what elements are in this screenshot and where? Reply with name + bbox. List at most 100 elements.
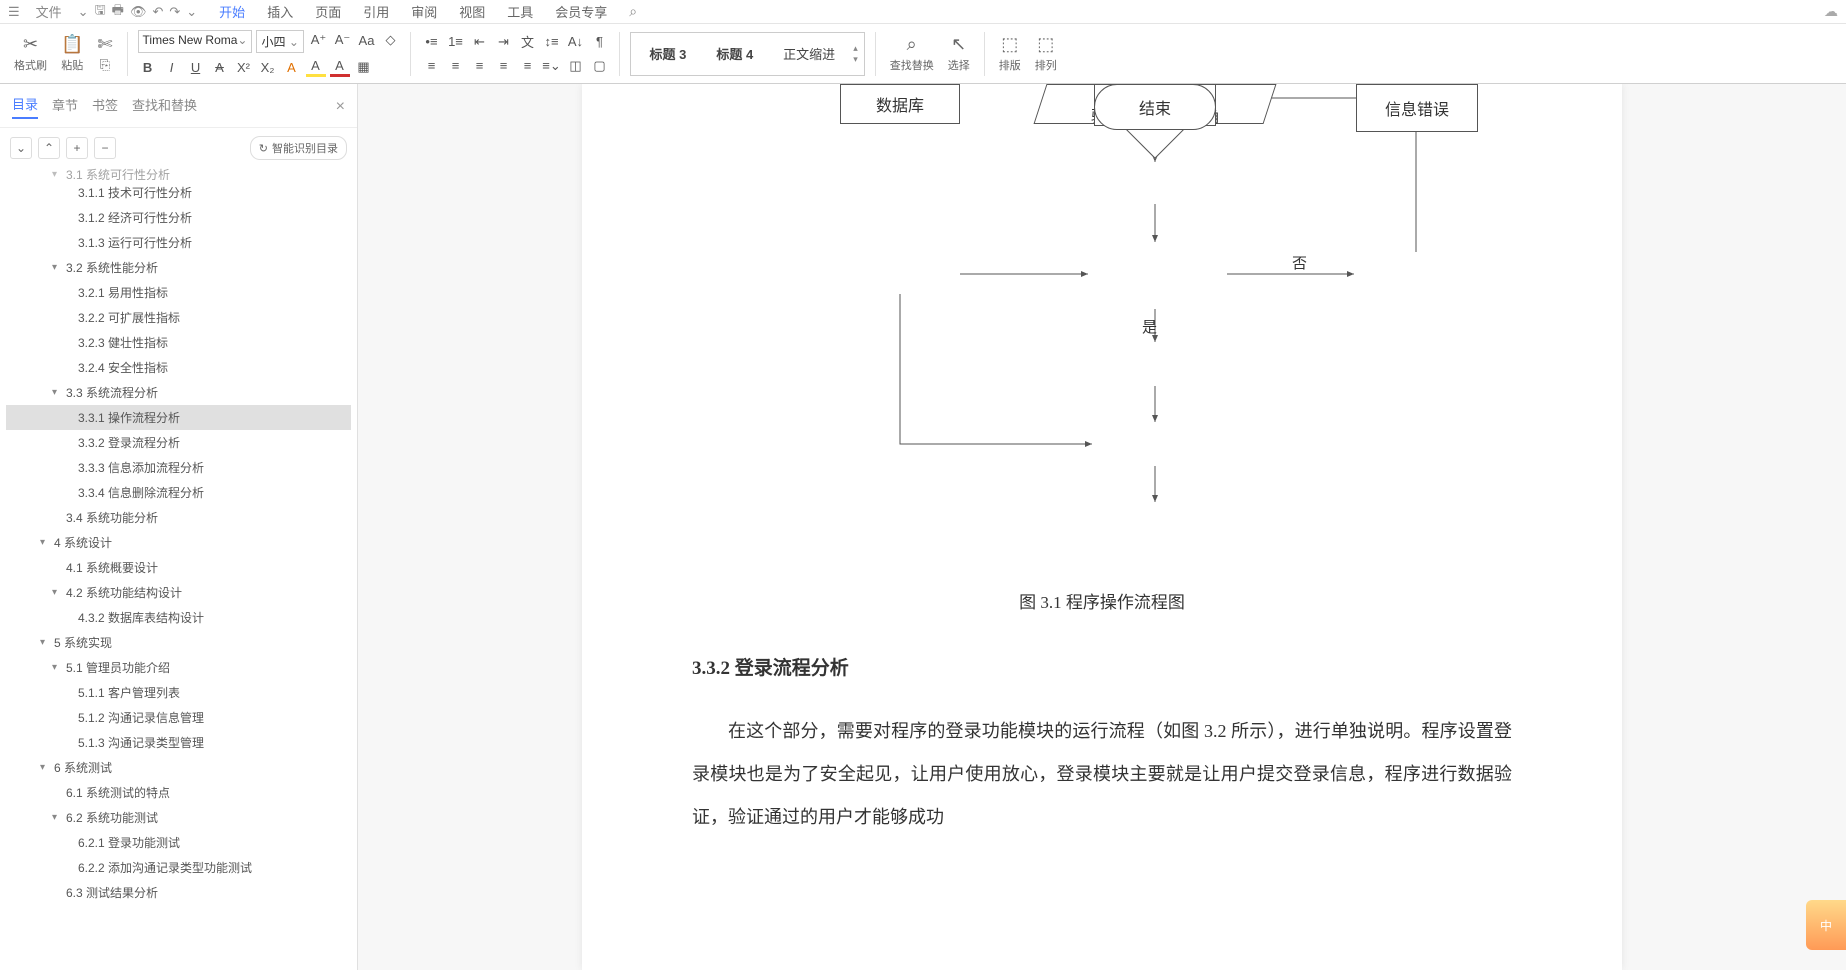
close-icon[interactable]: × bbox=[336, 98, 345, 116]
outline-item[interactable]: 3.2.1 易用性指标 bbox=[6, 280, 351, 305]
outline-tab-toc[interactable]: 目录 bbox=[12, 94, 38, 119]
outline-item[interactable]: 5.1.1 客户管理列表 bbox=[6, 680, 351, 705]
bullet-list-icon[interactable]: •≡ bbox=[421, 32, 441, 52]
sort-group[interactable]: ⬚ 排列 bbox=[1031, 34, 1061, 73]
file-menu[interactable]: 文件 bbox=[26, 2, 72, 21]
outline-item[interactable]: 3.1.3 运行可行性分析 bbox=[6, 230, 351, 255]
chevron-down-icon[interactable]: ⌄ bbox=[78, 4, 89, 20]
line-spacing-icon[interactable]: ↕≡ bbox=[541, 32, 561, 52]
fill-color-icon[interactable]: ◫ bbox=[565, 56, 585, 76]
outline-item[interactable]: ▾3.2 系统性能分析 bbox=[6, 255, 351, 280]
remove-icon[interactable]: − bbox=[94, 137, 116, 159]
twisty-icon[interactable]: ▾ bbox=[52, 662, 62, 673]
outline-item[interactable]: 4.3.2 数据库表结构设计 bbox=[6, 605, 351, 630]
style-scroll-icon[interactable]: ▴▾ bbox=[853, 43, 858, 65]
smart-toc-button[interactable]: ↻ 智能识别目录 bbox=[250, 136, 347, 160]
outline-item[interactable]: 5.1.3 沟通记录类型管理 bbox=[6, 730, 351, 755]
search-icon[interactable]: ⌕ bbox=[619, 3, 647, 20]
outline-item[interactable]: 3.3.1 操作流程分析 bbox=[6, 405, 351, 430]
twisty-icon[interactable]: ▾ bbox=[52, 169, 62, 180]
outline-item[interactable]: 6.3 测试结果分析 bbox=[6, 880, 351, 905]
decrease-font-icon[interactable]: A⁻ bbox=[332, 30, 352, 50]
spacing-select-icon[interactable]: ≡⌄ bbox=[541, 56, 561, 76]
border-icon[interactable]: ▢ bbox=[589, 56, 609, 76]
outline-item[interactable]: ▾6 系统测试 bbox=[6, 755, 351, 780]
outline-item[interactable]: 3.1.2 经济可行性分析 bbox=[6, 205, 351, 230]
outline-item[interactable]: 5.1.2 沟通记录信息管理 bbox=[6, 705, 351, 730]
twisty-icon[interactable]: ▾ bbox=[40, 762, 50, 773]
outline-item[interactable]: ▾4.2 系统功能结构设计 bbox=[6, 580, 351, 605]
outline-item[interactable]: 3.4 系统功能分析 bbox=[6, 505, 351, 530]
select-group[interactable]: ↖ 选择 bbox=[944, 34, 974, 73]
document-viewport[interactable]: 系统登录界面 输入用户名 密码 数据库 验证信息是否正确 信息错误 功能界面 功… bbox=[358, 84, 1846, 970]
outline-list[interactable]: ▾3.1 系统可行性分析3.1.1 技术可行性分析3.1.2 经济可行性分析3.… bbox=[0, 168, 357, 970]
clear-format-icon[interactable]: ◇ bbox=[380, 30, 400, 50]
style-body-indent[interactable]: 正文缩进 bbox=[771, 38, 847, 69]
outline-item[interactable]: 3.3.4 信息删除流程分析 bbox=[6, 480, 351, 505]
outline-item[interactable]: 4.1 系统概要设计 bbox=[6, 555, 351, 580]
outline-item[interactable]: ▾5 系统实现 bbox=[6, 630, 351, 655]
strike-button[interactable]: A bbox=[210, 57, 230, 77]
outline-item[interactable]: 3.1.1 技术可行性分析 bbox=[6, 180, 351, 205]
twisty-icon[interactable]: ▾ bbox=[52, 262, 62, 273]
outline-tab-find[interactable]: 查找和替换 bbox=[132, 95, 197, 118]
outline-item[interactable]: ▾5.1 管理员功能介绍 bbox=[6, 655, 351, 680]
underline-button[interactable]: U bbox=[186, 57, 206, 77]
tab-review[interactable]: 审阅 bbox=[401, 2, 447, 21]
align-right-icon[interactable]: ≡ bbox=[469, 56, 489, 76]
change-case-icon[interactable]: Aa bbox=[356, 30, 376, 50]
font-size-select[interactable]: 小四 ⌄ bbox=[256, 30, 304, 53]
print-preview-icon[interactable]: 👁 bbox=[130, 4, 147, 20]
increase-indent-icon[interactable]: ⇥ bbox=[493, 32, 513, 52]
arrange-group[interactable]: ⬚ 排版 bbox=[995, 34, 1025, 73]
outline-item[interactable]: 6.2.2 添加沟通记录类型功能测试 bbox=[6, 855, 351, 880]
print-icon[interactable]: 🖶 bbox=[112, 1, 124, 23]
superscript-button[interactable]: X² bbox=[234, 57, 254, 77]
twisty-icon[interactable]: ▾ bbox=[40, 537, 50, 548]
subscript-button[interactable]: X₂ bbox=[258, 57, 278, 77]
shading-button[interactable]: ▦ bbox=[354, 57, 374, 77]
outline-tab-chapter[interactable]: 章节 bbox=[52, 95, 78, 118]
add-icon[interactable]: + bbox=[66, 137, 88, 159]
cloud-icon[interactable]: ☁ bbox=[1824, 3, 1838, 20]
twisty-icon[interactable]: ▾ bbox=[52, 812, 62, 823]
bold-button[interactable]: B bbox=[138, 57, 158, 77]
font-name-select[interactable]: Times New Roma ⌄ bbox=[138, 30, 253, 53]
find-replace-group[interactable]: ⌕ 查找替换 bbox=[886, 34, 938, 73]
outline-item[interactable]: 6.2.1 登录功能测试 bbox=[6, 830, 351, 855]
outline-item[interactable]: ▾3.3 系统流程分析 bbox=[6, 380, 351, 405]
expand-all-icon[interactable]: ⌄ bbox=[10, 137, 32, 159]
text-effect-button[interactable]: A bbox=[282, 57, 302, 77]
tab-reference[interactable]: 引用 bbox=[353, 2, 399, 21]
outline-item[interactable]: 3.3.3 信息添加流程分析 bbox=[6, 455, 351, 480]
format-painter-group[interactable]: ✂ 格式刷 bbox=[10, 34, 51, 73]
style-heading4[interactable]: 标题 4 bbox=[704, 38, 765, 69]
redo-icon[interactable]: ↷ bbox=[169, 4, 180, 20]
align-center-icon[interactable]: ≡ bbox=[445, 56, 465, 76]
tab-start[interactable]: 开始 bbox=[209, 2, 255, 21]
tab-view[interactable]: 视图 bbox=[449, 2, 495, 21]
align-left-icon[interactable]: ≡ bbox=[421, 56, 441, 76]
outline-item[interactable]: 3.2.3 健壮性指标 bbox=[6, 330, 351, 355]
sort-icon[interactable]: A↓ bbox=[565, 32, 585, 52]
tab-member[interactable]: 会员专享 bbox=[545, 2, 617, 21]
twisty-icon[interactable]: ▾ bbox=[52, 587, 62, 598]
undo-icon[interactable]: ↶ bbox=[152, 4, 163, 20]
italic-button[interactable]: I bbox=[162, 57, 182, 77]
outline-item[interactable]: ▾3.1 系统可行性分析 bbox=[6, 168, 351, 180]
ime-badge[interactable]: 中 bbox=[1806, 900, 1846, 950]
outline-item[interactable]: ▾6.2 系统功能测试 bbox=[6, 805, 351, 830]
outline-item[interactable]: 6.1 系统测试的特点 bbox=[6, 780, 351, 805]
number-list-icon[interactable]: 1≡ bbox=[445, 32, 465, 52]
font-color-button[interactable]: A bbox=[330, 57, 350, 77]
paste-group[interactable]: 📋 粘贴 bbox=[57, 34, 87, 73]
twisty-icon[interactable]: ▾ bbox=[52, 387, 62, 398]
style-gallery[interactable]: 标题 3 标题 4 正文缩进 ▴▾ bbox=[630, 32, 864, 76]
show-marks-icon[interactable]: ¶ bbox=[589, 32, 609, 52]
tab-tools[interactable]: 工具 bbox=[497, 2, 543, 21]
highlight-button[interactable]: A bbox=[306, 57, 326, 77]
outline-item[interactable]: 3.3.2 登录流程分析 bbox=[6, 430, 351, 455]
decrease-indent-icon[interactable]: ⇤ bbox=[469, 32, 489, 52]
outline-item[interactable]: ▾4 系统设计 bbox=[6, 530, 351, 555]
increase-font-icon[interactable]: A⁺ bbox=[308, 30, 328, 50]
